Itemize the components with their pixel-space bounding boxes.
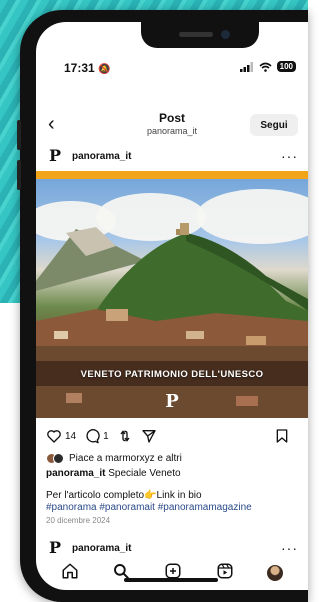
more-options-button[interactable]: ··· xyxy=(281,148,298,164)
next-post-avatar[interactable]: P xyxy=(46,540,64,556)
save-action[interactable] xyxy=(274,428,290,444)
reels-icon[interactable] xyxy=(216,562,234,580)
like-action[interactable]: 14 xyxy=(46,428,76,444)
notch xyxy=(141,22,259,48)
post-actions: 14 1 xyxy=(46,426,298,446)
repost-action[interactable] xyxy=(117,428,133,444)
caption-username[interactable]: panorama_it xyxy=(46,468,105,479)
speaker xyxy=(179,32,213,37)
status-indicators: 100 xyxy=(239,61,296,72)
avatar[interactable]: P xyxy=(46,148,64,164)
volume-down-button xyxy=(17,160,21,190)
wifi-icon xyxy=(259,62,272,72)
clock-text: 17:31 xyxy=(64,61,95,75)
next-post-header: P panorama_it ··· xyxy=(46,540,298,557)
image-logo: P xyxy=(165,391,179,412)
volume-up-button xyxy=(17,120,21,150)
mute-bell-icon: 🔕 xyxy=(98,64,111,75)
repost-icon[interactable] xyxy=(117,428,133,444)
post-image[interactable]: VENETO PATRIMONIO DELL'UNESCO P xyxy=(36,171,308,418)
home-indicator xyxy=(124,578,218,582)
follow-button[interactable]: Segui xyxy=(250,114,298,136)
liked-by-text: Piace a marmorxyz e altri xyxy=(69,453,182,464)
liked-by-row[interactable]: Piace a marmorxyz e altri xyxy=(46,453,182,464)
signal-icon xyxy=(239,61,253,72)
liker-avatars xyxy=(46,453,64,464)
profile-avatar[interactable] xyxy=(267,565,284,581)
bookmark-icon[interactable] xyxy=(274,428,290,444)
battery-icon: 100 xyxy=(276,61,296,72)
comment-icon[interactable] xyxy=(84,428,100,444)
next-post-more-button[interactable]: ··· xyxy=(281,540,298,556)
tab-profile[interactable] xyxy=(267,565,284,581)
image-banner-text: VENETO PATRIMONIO DELL'UNESCO xyxy=(80,369,264,380)
share-icon[interactable] xyxy=(141,428,157,444)
comments-count: 1 xyxy=(103,430,109,442)
heart-icon[interactable] xyxy=(46,428,62,444)
post-username[interactable]: panorama_it xyxy=(72,151,131,162)
phone-screen: 17:31 🔕 100 ‹ Post panorama_it Segui P p… xyxy=(36,22,308,590)
comment-action[interactable]: 1 xyxy=(84,428,109,444)
hashtags[interactable]: #panorama #panoramait #panoramamagazine xyxy=(46,502,252,513)
caption-line: Per l'articolo completo👉Link in bio xyxy=(46,490,202,501)
caption: panorama_it Speciale Veneto xyxy=(46,468,181,479)
post-date: 20 dicembre 2024 xyxy=(46,516,111,525)
tab-home[interactable] xyxy=(61,562,79,585)
tab-reels[interactable] xyxy=(216,562,234,585)
search-icon[interactable] xyxy=(112,562,130,580)
share-action[interactable] xyxy=(141,428,157,444)
landscape-illustration xyxy=(36,223,308,418)
caption-text: Speciale Veneto xyxy=(108,468,181,479)
liker-avatar xyxy=(53,453,64,464)
likes-count: 14 xyxy=(65,430,77,442)
home-icon[interactable] xyxy=(61,562,79,580)
status-time: 17:31 🔕 xyxy=(64,61,111,75)
next-post-username[interactable]: panorama_it xyxy=(72,543,131,554)
bottom-tab-bar xyxy=(36,556,308,590)
camera xyxy=(221,30,230,39)
post-header: P panorama_it ··· xyxy=(46,146,298,166)
create-icon[interactable] xyxy=(164,562,182,580)
